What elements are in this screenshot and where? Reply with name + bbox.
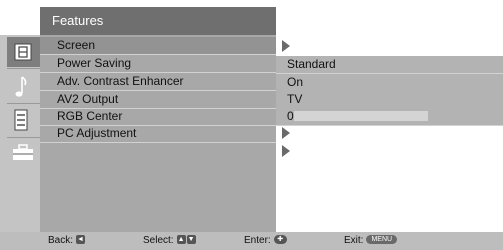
back-hint-label: Back: [48,235,74,246]
setting-value: Standard [287,57,336,71]
menu-title: Features [52,13,104,28]
adv-contrast-enhancer-value[interactable]: On [276,74,503,92]
menu-item-rgb-center[interactable]: RGB Center [40,108,276,126]
menu-item-screen[interactable]: Screen [40,37,276,55]
menu-title-bar: Features [40,7,276,35]
tv-settings-menu: Features Screen Power Saving Adv. Contra… [0,0,503,250]
rgb-center-slider[interactable] [294,111,428,121]
setting-value: 0 [287,109,294,123]
submenu-arrow-icon[interactable] [282,40,290,52]
left-arrow-key-icon: ◄ [76,234,86,244]
button-hint-bar: Back: ◄ Select: ▲ ▼ Enter: ✚ Exit: MENU [0,232,503,250]
select-hint: Select: ▲ ▼ [143,232,196,250]
av2-output-value[interactable]: TV [276,91,503,109]
menu-item-label: Screen [57,38,96,52]
menu-item-pc-adjustment[interactable]: PC Adjustment [40,125,276,143]
submenu-arrow-icon[interactable] [282,145,290,157]
enter-button-icon: ✚ [273,234,287,244]
category-divider [7,103,40,104]
submenu-arrow-icon[interactable] [282,127,290,139]
music-note-icon[interactable] [13,75,29,99]
channel-list-icon[interactable] [14,109,28,131]
menu-item-av2-output[interactable]: AV2 Output [40,91,276,109]
down-arrow-key-icon: ▼ [186,234,196,244]
up-arrow-key-icon: ▲ [176,234,186,244]
back-hint: Back: ◄ [48,232,86,250]
features-icon[interactable] [12,144,34,162]
enter-hint: Enter: ✚ [244,232,287,250]
category-divider [7,68,40,69]
enter-hint-label: Enter: [244,235,271,246]
power-saving-value[interactable]: Standard [276,56,503,74]
menu-button-icon: MENU [366,234,398,244]
setting-value: TV [287,92,303,106]
picture-icon[interactable] [14,43,32,61]
exit-hint: Exit: MENU [344,232,398,250]
menu-item-power-saving[interactable]: Power Saving [40,55,276,73]
exit-hint-label: Exit: [344,235,364,246]
menu-item-label: PC Adjustment [57,126,137,140]
menu-item-label: Adv. Contrast Enhancer [57,74,184,88]
menu-item-label: AV2 Output [57,92,119,106]
setting-value: On [287,75,304,89]
category-divider [7,137,40,138]
menu-item-adv-contrast-enhancer[interactable]: Adv. Contrast Enhancer [40,73,276,91]
menu-item-label: Power Saving [57,56,132,70]
menu-item-label: RGB Center [57,109,123,123]
select-hint-label: Select: [143,235,174,246]
